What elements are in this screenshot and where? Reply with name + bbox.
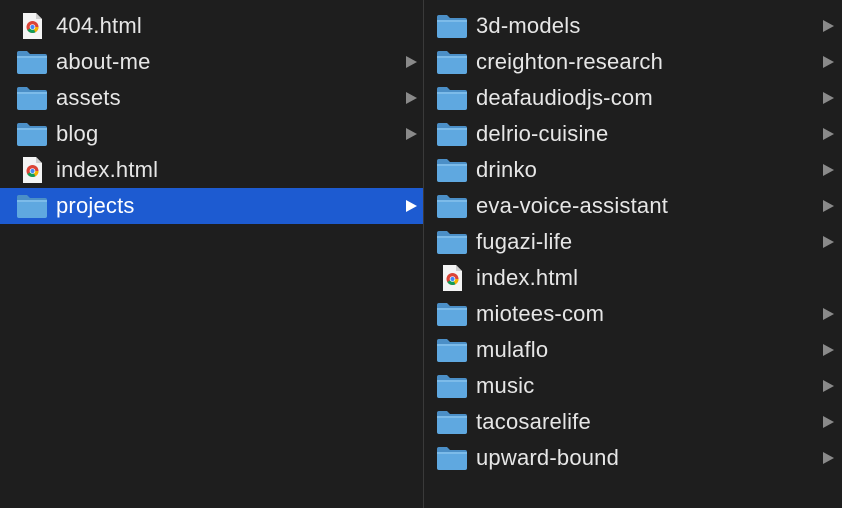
folder-icon bbox=[436, 156, 468, 184]
chrome-html-file-icon bbox=[16, 156, 48, 184]
disclosure-chevron-icon bbox=[823, 56, 834, 68]
folder-row[interactable]: about-me bbox=[0, 44, 423, 80]
folder-row[interactable]: miotees-com bbox=[424, 296, 842, 332]
item-name: mulaflo bbox=[476, 337, 549, 362]
folder-row[interactable]: delrio-cuisine bbox=[424, 116, 842, 152]
disclosure-chevron-icon bbox=[823, 380, 834, 392]
disclosure-chevron-icon bbox=[406, 92, 417, 104]
folder-row[interactable]: blog bbox=[0, 116, 423, 152]
folder-icon bbox=[16, 48, 48, 76]
disclosure-chevron-icon bbox=[406, 128, 417, 140]
disclosure-chevron-icon bbox=[823, 308, 834, 320]
folder-row[interactable]: deafaudiodjs-com bbox=[424, 80, 842, 116]
item-name: about-me bbox=[56, 49, 151, 74]
item-name: index.html bbox=[476, 265, 579, 290]
disclosure-chevron-icon bbox=[823, 200, 834, 212]
item-name: fugazi-life bbox=[476, 229, 573, 254]
folder-icon bbox=[436, 48, 468, 76]
folder-row[interactable]: drinko bbox=[424, 152, 842, 188]
folder-row[interactable]: eva-voice-assistant bbox=[424, 188, 842, 224]
file-row[interactable]: index.html bbox=[424, 260, 842, 296]
item-name: creighton-research bbox=[476, 49, 664, 74]
disclosure-chevron-icon bbox=[823, 92, 834, 104]
column-projects[interactable]: 3d-models creighton-research deafaudiodjs-… bbox=[424, 0, 842, 508]
file-list-projects: 3d-models creighton-research deafaudiodjs-… bbox=[424, 8, 842, 476]
item-name: 404.html bbox=[56, 13, 142, 38]
folder-row[interactable]: projects bbox=[0, 188, 423, 224]
disclosure-chevron-icon bbox=[406, 200, 417, 212]
folder-row[interactable]: creighton-research bbox=[424, 44, 842, 80]
item-name: eva-voice-assistant bbox=[476, 193, 669, 218]
folder-icon bbox=[436, 228, 468, 256]
folder-icon bbox=[16, 192, 48, 220]
folder-icon bbox=[436, 192, 468, 220]
folder-icon bbox=[436, 408, 468, 436]
folder-row[interactable]: mulaflo bbox=[424, 332, 842, 368]
disclosure-chevron-icon bbox=[823, 452, 834, 464]
item-name: projects bbox=[56, 193, 135, 218]
chrome-html-file-icon bbox=[16, 12, 48, 40]
folder-row[interactable]: upward-bound bbox=[424, 440, 842, 476]
folder-row[interactable]: music bbox=[424, 368, 842, 404]
folder-row[interactable]: assets bbox=[0, 80, 423, 116]
folder-icon bbox=[16, 84, 48, 112]
item-name: delrio-cuisine bbox=[476, 121, 609, 146]
item-name: assets bbox=[56, 85, 121, 110]
item-name: tacosarelife bbox=[476, 409, 591, 434]
item-name: 3d-models bbox=[476, 13, 581, 38]
folder-icon bbox=[436, 444, 468, 472]
item-name: music bbox=[476, 373, 535, 398]
file-list-root: 404.html about-me assets blog index.html proj… bbox=[0, 8, 423, 224]
column-root[interactable]: 404.html about-me assets blog index.html proj… bbox=[0, 0, 423, 508]
disclosure-chevron-icon bbox=[823, 128, 834, 140]
folder-row[interactable]: tacosarelife bbox=[424, 404, 842, 440]
item-name: upward-bound bbox=[476, 445, 620, 470]
disclosure-chevron-icon bbox=[823, 344, 834, 356]
folder-row[interactable]: fugazi-life bbox=[424, 224, 842, 260]
item-name: blog bbox=[56, 121, 99, 146]
disclosure-chevron-icon bbox=[823, 416, 834, 428]
item-name: deafaudiodjs-com bbox=[476, 85, 653, 110]
folder-icon bbox=[436, 12, 468, 40]
folder-icon bbox=[16, 120, 48, 148]
item-name: index.html bbox=[56, 157, 159, 182]
folder-icon bbox=[436, 372, 468, 400]
folder-row[interactable]: 3d-models bbox=[424, 8, 842, 44]
item-name: drinko bbox=[476, 157, 538, 182]
item-name: miotees-com bbox=[476, 301, 605, 326]
folder-icon bbox=[436, 336, 468, 364]
finder-column-browser: 404.html about-me assets blog index.html proj… bbox=[0, 0, 842, 508]
folder-icon bbox=[436, 300, 468, 328]
disclosure-chevron-icon bbox=[823, 20, 834, 32]
file-row[interactable]: 404.html bbox=[0, 8, 423, 44]
chrome-html-file-icon bbox=[436, 264, 468, 292]
folder-icon bbox=[436, 120, 468, 148]
disclosure-chevron-icon bbox=[823, 236, 834, 248]
file-row[interactable]: index.html bbox=[0, 152, 423, 188]
disclosure-chevron-icon bbox=[823, 164, 834, 176]
disclosure-chevron-icon bbox=[406, 56, 417, 68]
folder-icon bbox=[436, 84, 468, 112]
